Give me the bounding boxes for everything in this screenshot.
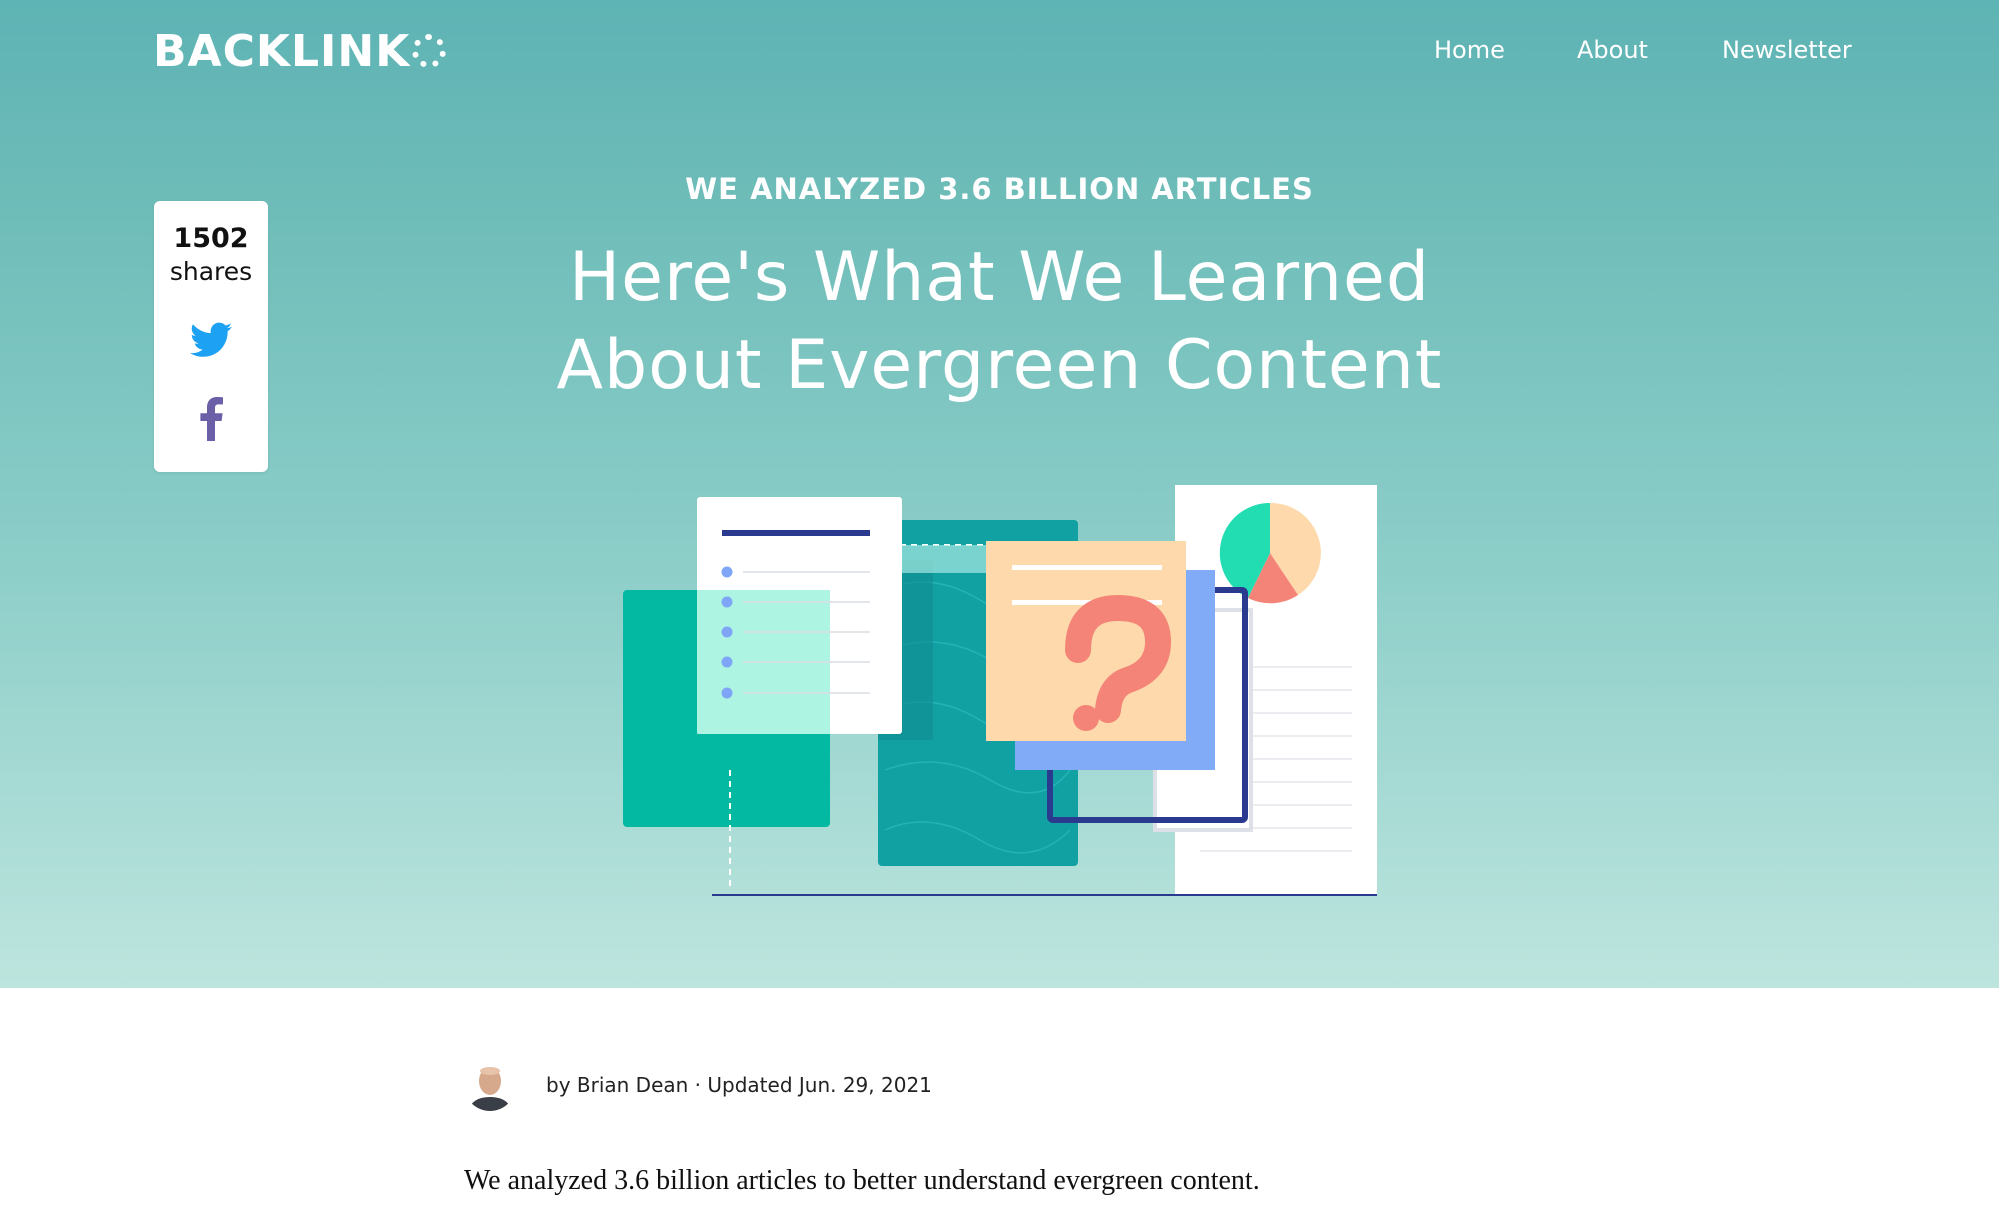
hero-kicker: WE ANALYZED 3.6 BILLION ARTICLES	[685, 172, 1314, 206]
hero-illustration	[623, 485, 1377, 896]
hero-title-line1: Here's What We Learned	[568, 238, 1431, 317]
nav-home[interactable]: Home	[1434, 30, 1505, 70]
nav-about[interactable]: About	[1577, 30, 1648, 70]
logo-o-mark	[412, 34, 447, 68]
author-avatar[interactable]	[464, 1059, 516, 1111]
hero-section: BACKLINK Home About Newsletter 1502 shar…	[0, 0, 1999, 988]
hero-title-line2: About Evergreen Content	[556, 326, 1443, 405]
logo-text: BACKLINK	[153, 25, 411, 77]
backlinko-logo[interactable]: BACKLINK	[153, 24, 447, 78]
byline-text: by Brian Dean · Updated Jun. 29, 2021	[546, 1073, 932, 1097]
article-byline: by Brian Dean · Updated Jun. 29, 2021	[464, 1059, 932, 1111]
nav-newsletter[interactable]: Newsletter	[1722, 30, 1852, 70]
article-intro: We analyzed 3.6 billion articles to bett…	[464, 1165, 1260, 1196]
